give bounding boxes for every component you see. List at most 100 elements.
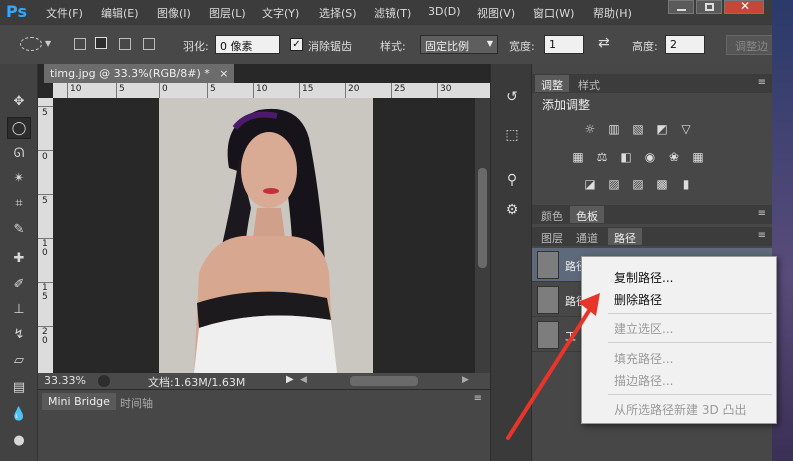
tab-styles[interactable]: 样式 xyxy=(572,75,606,92)
minimize-button[interactable] xyxy=(668,0,694,14)
menu-item-new-3d-extrusion[interactable]: 从所选路径新建 3D 凸出 xyxy=(614,401,747,418)
menu-filter[interactable]: 滤镜(T) xyxy=(374,5,411,21)
bw-icon[interactable]: ◧ xyxy=(618,150,634,164)
selective-color-icon[interactable]: ▩ xyxy=(654,177,670,191)
ruler-label: 10 xyxy=(256,84,268,94)
tool-presets-icon[interactable]: ⚙ xyxy=(501,199,523,221)
ruler-label: 5 xyxy=(119,84,125,94)
elliptical-marquee-tool-icon[interactable]: ◯ xyxy=(7,117,31,139)
panel-menu-icon[interactable]: ≡ xyxy=(758,208,766,219)
width-input[interactable]: 1 xyxy=(544,35,584,54)
menu-edit[interactable]: 编辑(E) xyxy=(101,5,139,21)
new-selection-icon[interactable] xyxy=(74,38,86,50)
status-info-icon[interactable] xyxy=(98,375,110,387)
panel-menu-icon[interactable]: ≡ xyxy=(474,393,482,404)
menu-item-make-selection[interactable]: 建立选区... xyxy=(614,320,673,337)
history-panel-icon[interactable]: ↺ xyxy=(501,86,523,108)
panel-menu-icon[interactable]: ≡ xyxy=(758,230,766,241)
menu-view[interactable]: 视图(V) xyxy=(477,5,515,21)
path-thumbnail xyxy=(537,286,559,314)
lasso-tool-icon[interactable]: ᘏ xyxy=(7,143,31,165)
tab-timeline[interactable]: 时间轴 xyxy=(114,393,159,410)
channel-mixer-icon[interactable]: ❀ xyxy=(666,150,682,164)
canvas[interactable] xyxy=(53,98,475,373)
photo-image[interactable] xyxy=(159,98,373,373)
status-bar: 33.33% 文档:1.63M/1.63M ▶ ◀ ▶ xyxy=(38,373,490,389)
tab-layers[interactable]: 图层 xyxy=(535,228,569,245)
crop-tool-icon[interactable]: ⌗ xyxy=(7,193,31,215)
menu-file[interactable]: 文件(F) xyxy=(46,5,83,21)
horizontal-scroll-thumb[interactable] xyxy=(350,376,418,386)
hue-icon[interactable]: ▦ xyxy=(570,150,586,164)
eyedropper-tool-icon[interactable]: ✎ xyxy=(7,219,31,241)
height-input[interactable]: 2 xyxy=(665,35,705,54)
document-title: timg.jpg @ 33.3%(RGB/8#) * xyxy=(50,67,210,80)
menu-separator xyxy=(608,342,772,343)
brush-tool-icon[interactable]: ✐ xyxy=(7,274,31,296)
magic-wand-tool-icon[interactable]: ✴ xyxy=(7,168,31,190)
swap-dimensions-icon[interactable]: ⇄ xyxy=(598,35,610,51)
menu-type[interactable]: 文字(Y) xyxy=(262,5,299,21)
blur-tool-icon[interactable]: 💧 xyxy=(7,404,31,426)
3d-panel-icon[interactable]: ⬚ xyxy=(501,124,523,146)
menu-help[interactable]: 帮助(H) xyxy=(593,5,632,21)
menu-item-stroke-path[interactable]: 描边路径... xyxy=(614,372,673,389)
threshold-icon[interactable]: ▨ xyxy=(630,177,646,191)
color-balance-icon[interactable]: ⚖ xyxy=(594,150,610,164)
color-lookup-icon[interactable]: ▦ xyxy=(690,150,706,164)
preset-dropdown-icon[interactable]: ▼ xyxy=(45,39,51,48)
intersect-selection-icon[interactable] xyxy=(143,38,155,50)
tab-channels[interactable]: 通道 xyxy=(570,228,604,245)
menu-layer[interactable]: 图层(L) xyxy=(209,5,246,21)
antialias-checkbox[interactable]: ✓ xyxy=(290,38,303,51)
tab-paths[interactable]: 路径 xyxy=(608,228,642,245)
style-select[interactable]: 固定比例 ▼ xyxy=(420,35,498,54)
close-tab-icon[interactable]: × xyxy=(219,67,228,80)
refine-edge-button[interactable]: 调整边 xyxy=(726,35,777,55)
menu-image[interactable]: 图像(I) xyxy=(157,5,191,21)
maximize-button[interactable] xyxy=(696,0,722,14)
menu-item-duplicate-path[interactable]: 复制路径... xyxy=(614,269,673,286)
vertical-scrollbar[interactable] xyxy=(475,98,490,373)
eraser-tool-icon[interactable]: ▱ xyxy=(7,350,31,372)
document-tab[interactable]: timg.jpg @ 33.3%(RGB/8#) * × xyxy=(44,64,235,83)
clone-stamp-tool-icon[interactable]: ⊥ xyxy=(7,299,31,321)
scroll-thumb[interactable] xyxy=(478,168,487,268)
tab-adjustments[interactable]: 调整 xyxy=(535,75,569,92)
healing-brush-tool-icon[interactable]: ✚ xyxy=(7,248,31,270)
history-brush-tool-icon[interactable]: ↯ xyxy=(7,324,31,346)
ruler-label: 2 0 xyxy=(42,327,48,346)
dodge-tool-icon[interactable]: ● xyxy=(7,430,31,452)
menu-item-fill-path[interactable]: 填充路径... xyxy=(614,350,673,367)
tab-mini-bridge[interactable]: Mini Bridge xyxy=(42,393,116,410)
tab-swatches[interactable]: 色板 xyxy=(570,206,604,223)
menu-select[interactable]: 选择(S) xyxy=(319,5,357,21)
exposure-icon[interactable]: ◩ xyxy=(654,122,670,136)
vibrance-icon[interactable]: ▽ xyxy=(678,122,694,136)
subtract-selection-icon[interactable] xyxy=(119,38,131,50)
move-tool-icon[interactable]: ✥ xyxy=(7,91,31,113)
elliptical-marquee-preset-icon[interactable] xyxy=(20,37,42,51)
scroll-left-icon[interactable]: ◀ xyxy=(300,375,307,385)
brightness-icon[interactable]: ☼ xyxy=(582,122,598,136)
scroll-right-icon[interactable]: ▶ xyxy=(462,375,469,385)
curves-icon[interactable]: ▧ xyxy=(630,122,646,136)
levels-icon[interactable]: ▥ xyxy=(606,122,622,136)
brush-presets-icon[interactable]: ⚲ xyxy=(501,169,523,191)
add-to-selection-icon[interactable] xyxy=(95,37,107,49)
tab-color[interactable]: 颜色 xyxy=(535,206,569,223)
photo-filter-icon[interactable]: ◉ xyxy=(642,150,658,164)
feather-input[interactable]: 0 像素 xyxy=(215,35,280,54)
status-menu-arrow-icon[interactable]: ▶ xyxy=(286,374,294,385)
gradient-tool-icon[interactable]: ▤ xyxy=(7,377,31,399)
invert-icon[interactable]: ◪ xyxy=(582,177,598,191)
panel-menu-icon[interactable]: ≡ xyxy=(758,77,766,88)
menu-3d[interactable]: 3D(D) xyxy=(428,5,461,18)
posterize-icon[interactable]: ▨ xyxy=(606,177,622,191)
close-window-button[interactable]: ✕ xyxy=(724,0,764,14)
menu-item-delete-path[interactable]: 删除路径 xyxy=(614,291,662,308)
menu-window[interactable]: 窗口(W) xyxy=(533,5,574,21)
zoom-level[interactable]: 33.33% xyxy=(44,374,86,387)
gradient-map-icon[interactable]: ▮ xyxy=(678,177,694,191)
options-bar: ▼ 羽化: 0 像素 ✓ 消除锯齿 样式: 固定比例 ▼ 宽度: 1 ⇄ 高度: … xyxy=(0,24,793,64)
